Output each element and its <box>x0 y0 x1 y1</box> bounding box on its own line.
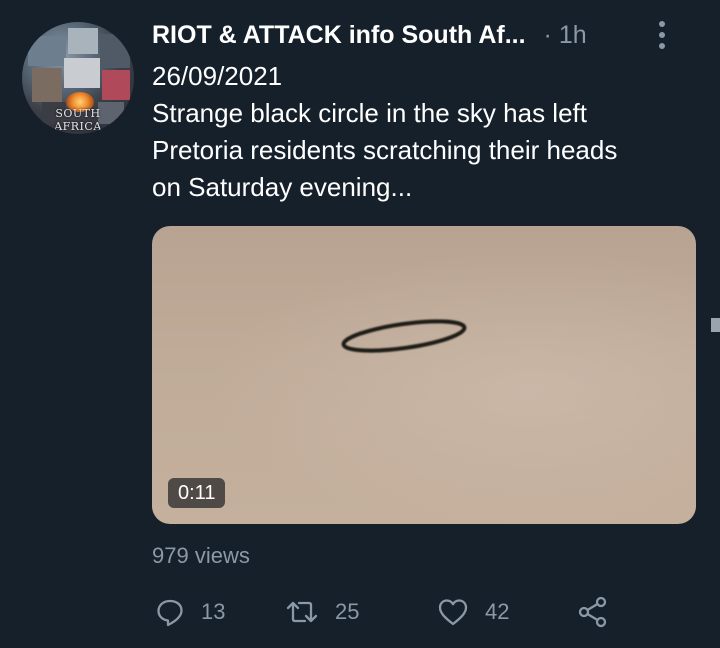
tweet-time[interactable]: · 1h <box>544 21 587 50</box>
retweet-button[interactable]: 25 <box>285 595 359 629</box>
avatar[interactable]: SOUTH AFRICA <box>22 22 134 134</box>
reply-count: 13 <box>201 599 226 624</box>
tweet-text-line: Strange black circle in the sky has left <box>152 98 587 128</box>
share-button[interactable] <box>577 595 609 629</box>
like-count: 42 <box>485 599 510 624</box>
action-bar: 13 25 42 <box>155 595 635 629</box>
reply-button[interactable]: 13 <box>155 595 225 629</box>
heart-icon <box>438 599 468 626</box>
tweet-text: 26/09/2021 Strange black circle in the s… <box>152 58 712 206</box>
video-player[interactable]: 0:11 <box>152 226 696 524</box>
tweet-text-line: on Saturday evening... <box>152 172 413 202</box>
reply-icon <box>157 599 183 627</box>
author-name[interactable]: RIOT & ATTACK info South Af... <box>152 21 526 50</box>
tweet[interactable]: SOUTH AFRICA RIOT & ATTACK info South Af… <box>0 0 720 648</box>
retweet-icon <box>286 601 318 623</box>
tweet-text-line: 26/09/2021 <box>152 61 283 91</box>
video-duration-badge: 0:11 <box>168 478 226 508</box>
like-button[interactable]: 42 <box>437 595 509 629</box>
avatar-caption: SOUTH AFRICA <box>54 107 102 133</box>
share-icon <box>578 596 607 628</box>
tweet-header: RIOT & ATTACK info South Af... · 1h <box>152 18 702 52</box>
more-options-icon[interactable] <box>658 20 666 50</box>
retweet-count: 25 <box>335 599 360 624</box>
view-count: 979 views <box>152 543 250 568</box>
black-ring-image <box>341 319 467 353</box>
scrollbar-handle[interactable] <box>711 318 720 332</box>
tweet-text-line: Pretoria residents scratching their head… <box>152 135 618 165</box>
